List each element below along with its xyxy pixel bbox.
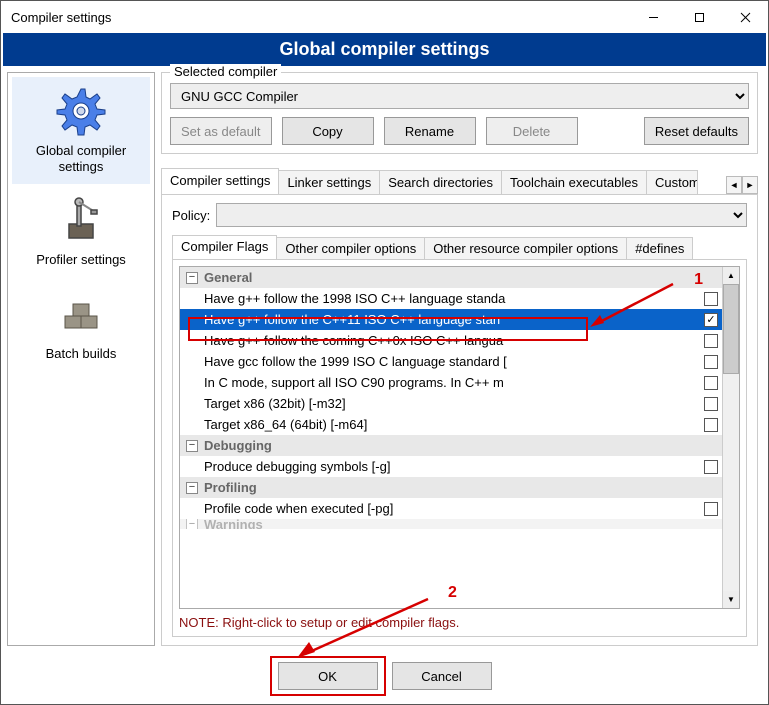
flag-row[interactable]: Profile code when executed [-pg]: [180, 498, 722, 519]
collapse-icon[interactable]: −: [186, 440, 198, 452]
checkbox[interactable]: [704, 418, 718, 432]
inner-tab-other-compiler-options[interactable]: Other compiler options: [276, 237, 425, 259]
tab-scroll-right[interactable]: ►: [742, 176, 758, 194]
scrollbar[interactable]: ▲ ▼: [722, 267, 739, 608]
footer: OK Cancel: [1, 652, 768, 704]
profiler-icon: [53, 192, 109, 248]
minimize-button[interactable]: [630, 2, 676, 32]
selected-compiler-group: Selected compiler GNU GCC Compiler Set a…: [161, 72, 758, 154]
inner-tab-strip: Compiler Flags Other compiler options Ot…: [172, 235, 747, 259]
flag-row[interactable]: Target x86 (32bit) [-m32]: [180, 393, 722, 414]
inner-tab-other-resource-options[interactable]: Other resource compiler options: [424, 237, 627, 259]
flag-row[interactable]: Have g++ follow the 1998 ISO C++ languag…: [180, 288, 722, 309]
checkbox[interactable]: [704, 397, 718, 411]
flag-row[interactable]: In C mode, support all ISO C90 programs.…: [180, 372, 722, 393]
scroll-up-button[interactable]: ▲: [723, 267, 739, 284]
sidebar: Global compiler settings Profiler settin…: [7, 72, 155, 646]
delete-button[interactable]: Delete: [486, 117, 578, 145]
maximize-button[interactable]: [676, 2, 722, 32]
note-text: NOTE: Right-click to setup or edit compi…: [179, 615, 740, 630]
cancel-button[interactable]: Cancel: [392, 662, 492, 690]
outer-tab-strip: Compiler settings Linker settings Search…: [161, 168, 758, 194]
tab-scroll-left[interactable]: ◄: [726, 176, 742, 194]
flag-group-profiling[interactable]: −Profiling: [180, 477, 722, 498]
window-title: Compiler settings: [11, 10, 630, 25]
checkbox[interactable]: [704, 460, 718, 474]
sidebar-item-label: Profiler settings: [36, 252, 126, 268]
policy-label: Policy:: [172, 208, 210, 223]
scroll-thumb[interactable]: [723, 284, 739, 374]
flag-group-warnings[interactable]: −Warnings: [180, 519, 722, 529]
checkbox[interactable]: [704, 376, 718, 390]
flag-group-general[interactable]: −General: [180, 267, 722, 288]
rename-button[interactable]: Rename: [384, 117, 476, 145]
collapse-icon[interactable]: −: [186, 519, 198, 529]
flag-row[interactable]: Target x86_64 (64bit) [-m64]: [180, 414, 722, 435]
checkbox[interactable]: [704, 292, 718, 306]
checkbox[interactable]: [704, 334, 718, 348]
tab-search-directories[interactable]: Search directories: [379, 170, 502, 194]
flag-group-debugging[interactable]: −Debugging: [180, 435, 722, 456]
reset-defaults-button[interactable]: Reset defaults: [644, 117, 749, 145]
sidebar-item-batch-builds[interactable]: Batch builds: [12, 280, 150, 372]
tab-linker-settings[interactable]: Linker settings: [278, 170, 380, 194]
flags-list: −General Have g++ follow the 1998 ISO C+…: [179, 266, 740, 609]
flag-row[interactable]: Have g++ follow the coming C++0x ISO C++…: [180, 330, 722, 351]
checkbox-checked[interactable]: ✓: [704, 313, 718, 327]
flag-row[interactable]: Have gcc follow the 1999 ISO C language …: [180, 351, 722, 372]
inner-tab-defines[interactable]: #defines: [626, 237, 693, 259]
banner-title: Global compiler settings: [3, 33, 766, 66]
compiler-select[interactable]: GNU GCC Compiler: [170, 83, 749, 109]
copy-button[interactable]: Copy: [282, 117, 374, 145]
flag-row-selected[interactable]: Have g++ follow the C++11 ISO C++ langua…: [180, 309, 722, 330]
scroll-down-button[interactable]: ▼: [723, 591, 739, 608]
close-button[interactable]: [722, 2, 768, 32]
bricks-icon: [53, 286, 109, 342]
flag-row[interactable]: Produce debugging symbols [-g]: [180, 456, 722, 477]
gear-icon: [53, 83, 109, 139]
checkbox[interactable]: [704, 502, 718, 516]
sidebar-item-profiler-settings[interactable]: Profiler settings: [12, 186, 150, 278]
group-title: Selected compiler: [170, 64, 281, 79]
sidebar-item-label: Batch builds: [46, 346, 117, 362]
tab-toolchain-executables[interactable]: Toolchain executables: [501, 170, 647, 194]
titlebar: Compiler settings: [1, 1, 768, 33]
checkbox[interactable]: [704, 355, 718, 369]
inner-tab-compiler-flags[interactable]: Compiler Flags: [172, 235, 277, 259]
sidebar-item-global-compiler-settings[interactable]: Global compiler settings: [12, 77, 150, 184]
ok-button[interactable]: OK: [278, 662, 378, 690]
collapse-icon[interactable]: −: [186, 272, 198, 284]
set-default-button[interactable]: Set as default: [170, 117, 272, 145]
sidebar-item-label: Global compiler settings: [14, 143, 148, 174]
collapse-icon[interactable]: −: [186, 482, 198, 494]
tab-compiler-settings[interactable]: Compiler settings: [161, 168, 279, 194]
tab-custom[interactable]: Custom: [646, 170, 698, 194]
policy-select[interactable]: [216, 203, 747, 227]
